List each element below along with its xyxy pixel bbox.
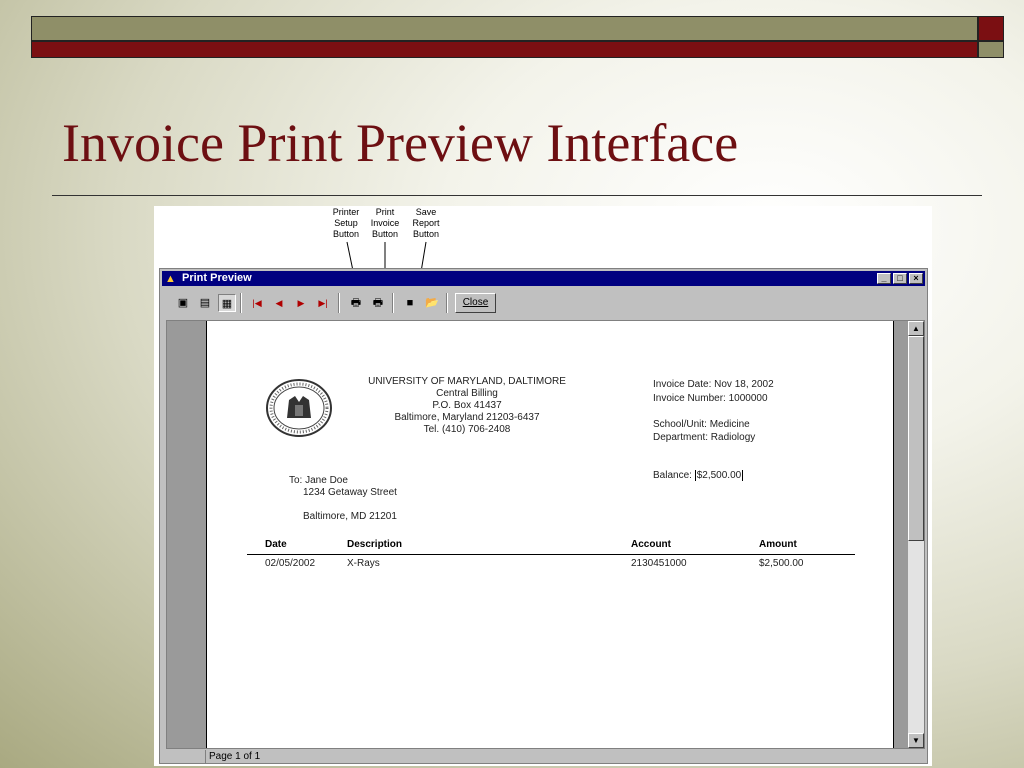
toolbar: ▣ ▤ ▦ |◀ ◀ ▶ ▶| 🖶 🖶 ■ 📂 Close	[166, 291, 921, 317]
previous-page-icon: ◀	[275, 298, 283, 308]
slide-title: Invoice Print Preview Interface	[62, 113, 739, 173]
toolbar-separator	[338, 293, 340, 313]
last-page-icon: ▶|	[318, 298, 328, 308]
row-account: 2130451000	[631, 558, 687, 569]
row-date: 02/05/2002	[265, 558, 316, 569]
toolbar-separator	[446, 293, 448, 313]
next-page-button[interactable]: ▶	[292, 294, 310, 312]
maximize-button[interactable]: □	[893, 273, 907, 284]
university-seal	[266, 379, 332, 437]
one-page-view-button[interactable]: ▣	[174, 294, 192, 312]
department: Department: Radiology	[653, 432, 756, 443]
floppy-disk-icon: ■	[406, 297, 414, 309]
previous-page-button[interactable]: ◀	[270, 294, 288, 312]
page-width-icon: ▤	[199, 297, 211, 309]
printer-setup-icon: 🖶	[350, 297, 362, 309]
corner-square-red	[978, 16, 1004, 41]
first-page-icon: |◀	[252, 298, 262, 308]
invoice-number: Invoice Number: 1000000	[653, 393, 768, 404]
toolbar-separator	[392, 293, 394, 313]
last-page-button[interactable]: ▶|	[314, 294, 332, 312]
col-header-date: Date	[265, 539, 287, 550]
next-page-icon: ▶	[297, 298, 305, 308]
zoom-view-button[interactable]: ▦	[218, 294, 236, 312]
page-width-view-button[interactable]: ▤	[196, 294, 214, 312]
scroll-thumb[interactable]	[908, 336, 924, 541]
toolbar-separator	[240, 293, 242, 313]
row-description: X-Rays	[347, 558, 380, 569]
open-report-button[interactable]: 📂	[423, 294, 441, 312]
preview-viewport[interactable]: UNIVERSITY OF MARYLAND, DALTIMORE Centra…	[166, 320, 925, 749]
bill-to-name: To: Jane Doe	[289, 475, 348, 486]
corner-square-olive	[978, 41, 1004, 58]
org-name: UNIVERSITY OF MARYLAND, DALTIMORE	[368, 376, 566, 387]
bill-to-street: 1234 Getaway Street	[303, 487, 397, 498]
print-preview-window: ▲ Print Preview _ □ × ▣ ▤ ▦ |◀ ◀ ▶ ▶| 🖶 …	[159, 268, 928, 764]
invoice-date: Invoice Date: Nov 18, 2002	[653, 379, 774, 390]
col-header-description: Description	[347, 539, 403, 550]
app-icon: ▲	[165, 273, 176, 285]
screenshot-panel: Printer Setup Button Print Invoice Button Sa…	[154, 206, 932, 766]
status-bar: Page 1 of 1	[166, 750, 925, 763]
printer-icon: 🖶	[372, 297, 384, 309]
printer-setup-button[interactable]: 🖶	[347, 294, 365, 312]
minimize-button[interactable]: _	[877, 273, 891, 284]
first-page-button[interactable]: |◀	[248, 294, 266, 312]
open-folder-icon: 📂	[425, 297, 439, 309]
print-invoice-button[interactable]: 🖶	[369, 294, 387, 312]
table-header-rule	[247, 554, 855, 555]
row-amount: $2,500.00	[759, 558, 804, 569]
page-indicator: Page 1 of 1	[205, 750, 335, 763]
window-titlebar[interactable]: ▲ Print Preview _ □ ×	[162, 271, 925, 286]
window-title: Print Preview	[182, 272, 252, 284]
zoom-page-icon: ▦	[221, 298, 233, 310]
col-header-amount: Amount	[759, 539, 797, 550]
scroll-up-button[interactable]: ▲	[908, 321, 924, 336]
invoice-page: UNIVERSITY OF MARYLAND, DALTIMORE Centra…	[206, 321, 894, 748]
save-report-button[interactable]: ■	[401, 294, 419, 312]
org-address: UNIVERSITY OF MARYLAND, DALTIMORE Centra…	[347, 376, 587, 436]
vertical-scrollbar[interactable]: ▲ ▼	[908, 321, 924, 748]
top-decor-bar	[31, 16, 978, 41]
balance-label: Balance:	[653, 470, 692, 481]
balance-row: Balance: $2,500.00	[653, 470, 744, 482]
balance-value[interactable]: $2,500.00	[694, 470, 744, 481]
close-window-button[interactable]: ×	[909, 273, 923, 284]
single-page-icon: ▣	[177, 297, 189, 309]
bill-to-city: Baltimore, MD 21201	[303, 511, 397, 522]
col-header-account: Account	[631, 539, 671, 550]
close-preview-button[interactable]: Close	[455, 293, 496, 313]
scroll-down-button[interactable]: ▼	[908, 733, 924, 748]
school-unit: School/Unit: Medicine	[653, 419, 750, 430]
title-divider	[52, 195, 982, 196]
red-decor-bar	[31, 41, 978, 58]
